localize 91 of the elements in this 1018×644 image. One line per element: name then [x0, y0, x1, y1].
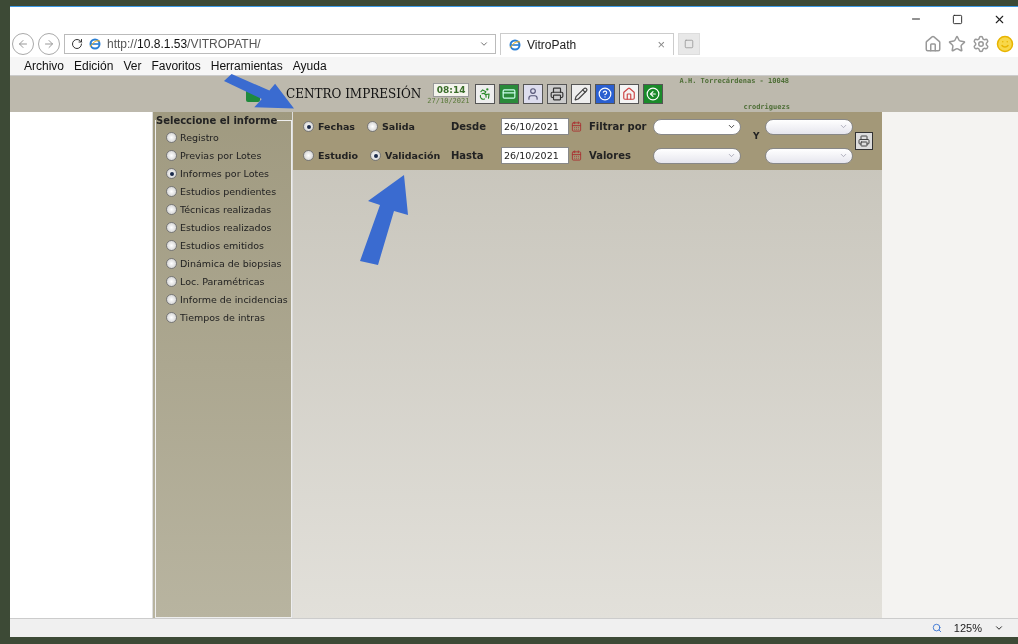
caret-icon[interactable]	[479, 39, 489, 49]
option-label: Fechas	[318, 121, 355, 132]
radio-button[interactable]	[166, 240, 177, 251]
url-text: http://10.8.1.53/VITROPATH/	[107, 37, 262, 51]
menu-item[interactable]: Favoritos	[151, 59, 201, 73]
caret-icon	[727, 151, 736, 160]
date-field[interactable]: 26/10/2021	[501, 147, 569, 164]
printer-icon	[858, 135, 870, 147]
browser-logo-icon	[89, 38, 101, 50]
card-icon	[502, 87, 517, 101]
option-label: Registro	[180, 132, 219, 143]
user-button[interactable]	[523, 84, 544, 104]
date-field[interactable]: 26/10/2021	[501, 118, 569, 135]
radio-button[interactable]	[166, 312, 177, 323]
arrow-left-icon	[17, 38, 29, 50]
print-button[interactable]	[855, 132, 873, 150]
field-label: Valores	[589, 150, 632, 161]
dropdown[interactable]	[653, 147, 741, 164]
field-label: Desde	[451, 121, 487, 132]
favorites-icon[interactable]	[948, 35, 966, 53]
radio-button[interactable]	[166, 168, 177, 179]
tab-title: VitroPath	[527, 37, 578, 52]
option-label: Previas por Lotes	[180, 150, 262, 161]
menu-item[interactable]: Archivo	[24, 59, 64, 73]
user-icon	[526, 87, 541, 101]
help-icon	[598, 87, 613, 101]
option-label: Salida	[382, 121, 415, 132]
back-button[interactable]	[643, 84, 664, 104]
radio-button[interactable]	[166, 222, 177, 233]
radio-button[interactable]	[303, 121, 314, 132]
option-label: Técnicas realizadas	[180, 204, 272, 215]
help-button[interactable]	[595, 84, 616, 104]
browser-tab[interactable]: VitroPath ×	[500, 33, 674, 55]
refresh-icon[interactable]	[71, 38, 83, 50]
caret-icon	[839, 122, 848, 131]
radio-button[interactable]	[166, 276, 177, 287]
home-icon[interactable]	[924, 35, 942, 53]
page-title: CENTRO IMPRESIÓN	[286, 87, 422, 101]
menu-item[interactable]: Herramientas	[210, 59, 283, 73]
settings-icon[interactable]	[972, 35, 990, 53]
option-label: Dinámica de biopsias	[180, 258, 282, 269]
radio-button[interactable]	[166, 258, 177, 269]
menu-item[interactable]: Ayuda	[292, 59, 327, 73]
zoom-level[interactable]: 125%	[953, 622, 982, 634]
option-label: Informe de incidencias	[180, 294, 288, 305]
arrow-right-icon	[43, 38, 55, 50]
printer-icon	[550, 87, 565, 101]
pencil-icon	[574, 87, 589, 101]
menu-item[interactable]: Edición	[74, 59, 114, 73]
tab-close-button[interactable]: ×	[657, 37, 665, 52]
back-icon	[646, 87, 661, 101]
wheelchair-button[interactable]	[475, 84, 496, 104]
caret-icon	[839, 151, 848, 160]
caret-icon[interactable]	[994, 623, 1004, 633]
option-label: Estudios pendientes	[180, 186, 277, 197]
calendar-icon[interactable]	[571, 150, 582, 161]
pencil-button[interactable]	[571, 84, 592, 104]
option-label: Tiempos de intras	[180, 312, 266, 323]
radio-button[interactable]	[370, 150, 382, 161]
radio-button[interactable]	[166, 132, 177, 143]
radio-button[interactable]	[166, 186, 177, 197]
clock: 08:14	[432, 83, 470, 97]
caret-icon	[727, 122, 736, 131]
radio-button[interactable]	[166, 150, 177, 161]
maximize-icon[interactable]	[952, 13, 963, 25]
menu-item[interactable]: Ver	[123, 59, 142, 73]
home-button[interactable]	[619, 84, 640, 104]
option-label: Estudios realizados	[180, 222, 272, 233]
field-label: Hasta	[451, 150, 485, 161]
radio-button[interactable]	[166, 204, 177, 215]
wheelchair-icon	[478, 87, 493, 101]
printer-button[interactable]	[547, 84, 568, 104]
calendar-icon[interactable]	[571, 121, 582, 132]
dropdown[interactable]	[653, 118, 741, 135]
field-label: Filtrar por	[589, 121, 648, 132]
address-bar[interactable]: http://10.8.1.53/VITROPATH/	[64, 34, 496, 54]
option-label: Loc. Paramétricas	[180, 276, 265, 287]
joiner-label: Y	[753, 131, 761, 141]
browser-logo-icon	[509, 38, 521, 51]
radio-button[interactable]	[367, 121, 378, 132]
zoom-icon[interactable]	[931, 623, 942, 633]
radio-button[interactable]	[303, 150, 314, 161]
option-label: Validación	[385, 150, 441, 161]
option-label: Informes por Lotes	[180, 168, 269, 179]
page-icon	[684, 39, 694, 49]
card-button[interactable]	[499, 84, 520, 104]
option-label: Estudio	[318, 150, 359, 161]
sidebar-legend: Seleccione el informe	[156, 115, 278, 126]
option-label: Estudios emitidos	[180, 240, 265, 251]
home-icon	[622, 87, 637, 101]
radio-button[interactable]	[166, 294, 177, 305]
